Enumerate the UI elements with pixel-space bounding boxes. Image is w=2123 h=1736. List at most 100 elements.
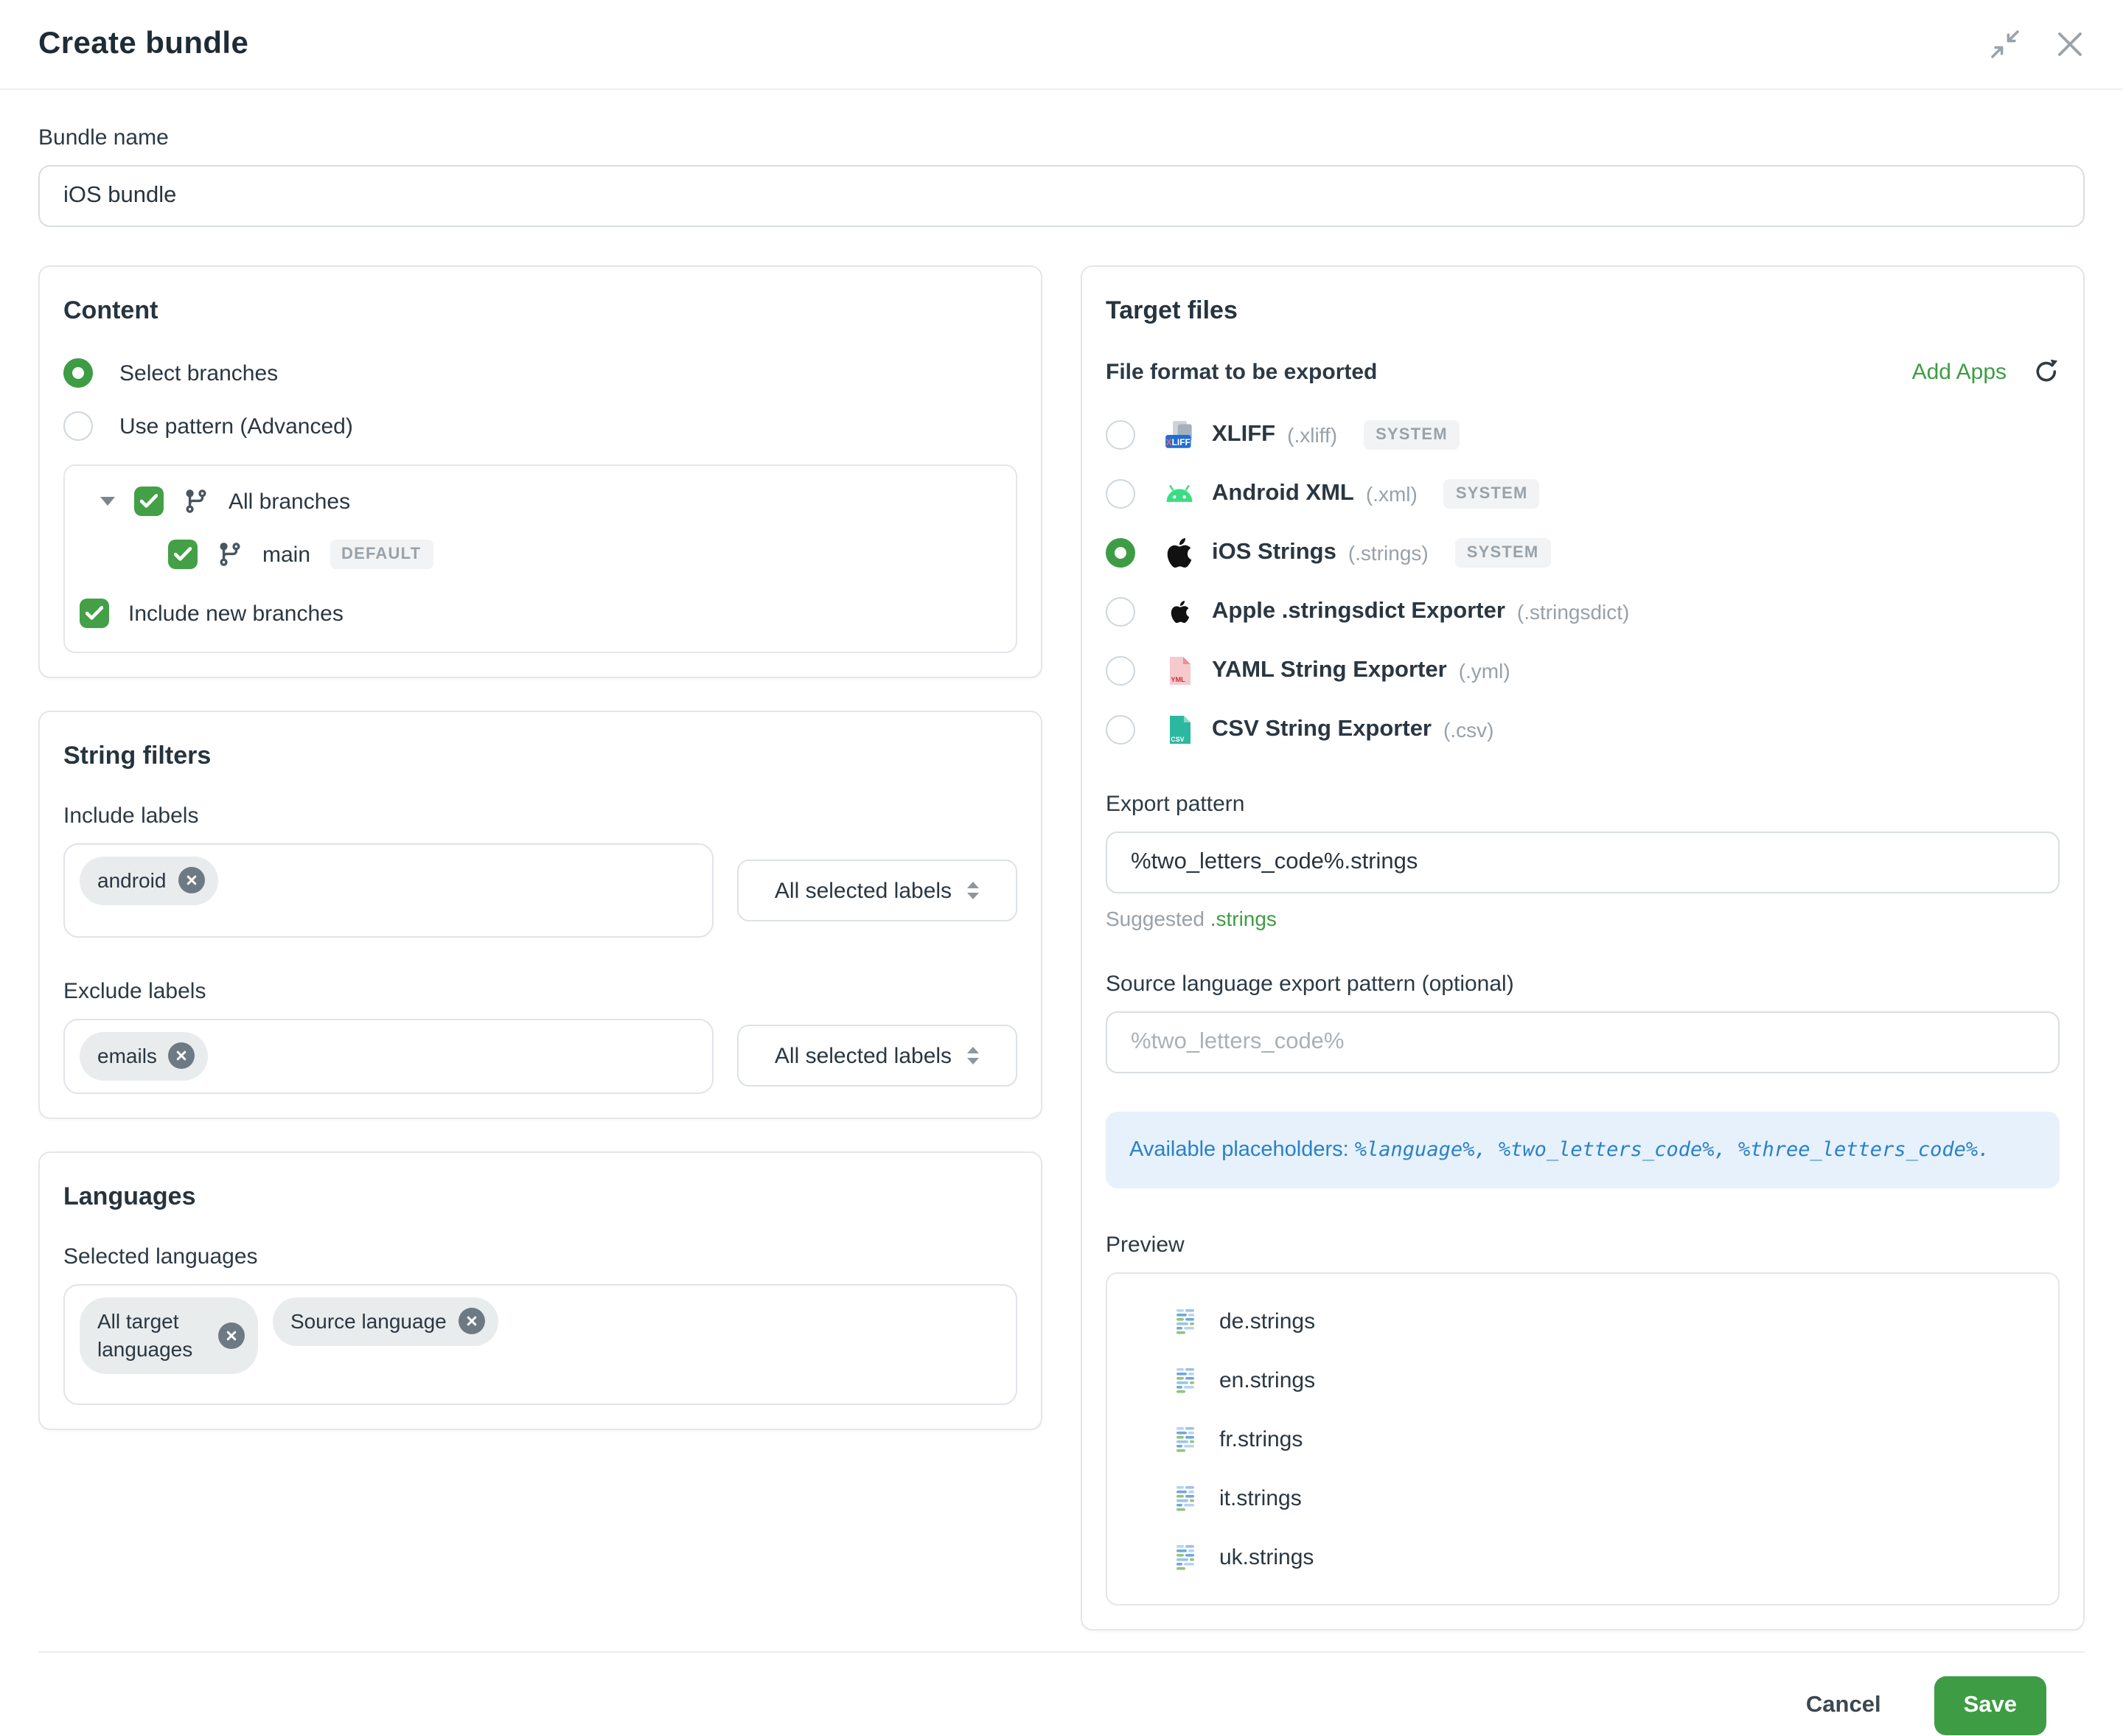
preview-file-row: de.strings — [1107, 1292, 2058, 1351]
remove-chip-icon[interactable] — [459, 1308, 485, 1335]
placeholder-two-letters: %two_letters_code%, — [1499, 1138, 1738, 1162]
dropdown-value: All selected labels — [775, 1044, 952, 1069]
placeholder-language: %language%, — [1355, 1138, 1499, 1162]
format-name: Android XML — [1212, 481, 1354, 507]
include-labels-input[interactable]: android — [63, 843, 714, 938]
radio-select-branches[interactable]: Select branches — [63, 358, 1017, 388]
format-row-xliff[interactable]: XLIFF XLIFF (.xliff) SYSTEM — [1106, 405, 2060, 464]
csv-file-icon: CSV — [1165, 715, 1194, 745]
format-row-yaml[interactable]: YML YAML String Exporter (.yml) — [1106, 641, 2060, 700]
bundle-name-block: Bundle name — [38, 125, 2085, 227]
radio-selected-icon[interactable] — [63, 358, 93, 388]
placeholders-info-box: Available placeholders: %language%, %two… — [1106, 1112, 2060, 1189]
format-radio[interactable] — [1106, 715, 1135, 745]
format-row-csv[interactable]: CSV CSV String Exporter (.csv) — [1106, 700, 2060, 759]
save-button[interactable]: Save — [1934, 1677, 2046, 1736]
caret-down-icon[interactable] — [100, 497, 115, 506]
strings-file-icon — [1172, 1543, 1202, 1572]
radio-label: Select branches — [119, 360, 278, 386]
git-branch-icon — [217, 541, 243, 568]
placeholders-prefix: Available placeholders: — [1129, 1138, 1349, 1162]
tree-label-all-branches: All branches — [229, 489, 350, 514]
suggested-prefix: Suggested — [1106, 907, 1205, 930]
include-new-branches-checkbox[interactable] — [80, 599, 109, 628]
include-labels-mode-dropdown[interactable]: All selected labels — [737, 860, 1017, 921]
content-card: Content Select branches Use pattern (Adv… — [38, 265, 1042, 678]
content-title: Content — [63, 296, 1017, 326]
main-branch-checkbox[interactable] — [168, 540, 198, 569]
label-chip-emails: emails — [80, 1032, 209, 1081]
source-pattern-label: Source language export pattern (optional… — [1106, 972, 2060, 997]
format-radio[interactable] — [1106, 479, 1135, 509]
exclude-labels-input[interactable]: emails — [63, 1019, 714, 1094]
strings-file-icon — [1172, 1425, 1202, 1454]
format-radio-selected[interactable] — [1106, 538, 1135, 568]
strings-file-icon — [1172, 1366, 1202, 1395]
format-row-stringsdict[interactable]: Apple .stringsdict Exporter (.stringsdic… — [1106, 582, 2060, 641]
all-branches-checkbox[interactable] — [134, 487, 164, 516]
languages-card: Languages Selected languages All target … — [38, 1151, 1042, 1430]
suggested-line: Suggested .strings — [1106, 907, 2060, 930]
preview-filename: fr.strings — [1219, 1427, 1303, 1452]
format-ext: (.strings) — [1348, 541, 1429, 565]
format-name: XLIFF — [1212, 422, 1275, 448]
system-badge: SYSTEM — [1455, 538, 1551, 568]
preview-label: Preview — [1106, 1233, 2060, 1258]
string-filters-title: String filters — [63, 742, 1017, 771]
refresh-icon[interactable] — [2033, 358, 2060, 385]
format-ext: (.xml) — [1366, 482, 1418, 506]
android-icon — [1165, 479, 1194, 509]
exclude-labels-mode-dropdown[interactable]: All selected labels — [737, 1025, 1017, 1087]
language-chip-source: Source language — [273, 1297, 498, 1346]
close-icon[interactable] — [2055, 29, 2085, 59]
modal-header: Create bundle — [0, 0, 2123, 90]
svg-text:YML: YML — [1171, 676, 1185, 683]
format-row-android-xml[interactable]: Android XML (.xml) SYSTEM — [1106, 464, 2060, 523]
bundle-name-label: Bundle name — [38, 125, 2085, 150]
preview-filename: de.strings — [1219, 1309, 1315, 1334]
radio-label: Use pattern (Advanced) — [119, 414, 353, 439]
source-pattern-input[interactable] — [1106, 1011, 2060, 1073]
remove-chip-icon[interactable] — [218, 1322, 245, 1349]
sort-arrows-icon — [965, 1047, 980, 1065]
preview-file-row: it.strings — [1107, 1469, 2058, 1528]
preview-filename: it.strings — [1219, 1486, 1302, 1511]
git-branch-icon — [183, 488, 209, 515]
target-files-card: Target files File format to be exported … — [1081, 265, 2085, 1631]
include-new-branches-label: Include new branches — [128, 601, 344, 626]
exclude-labels-label: Exclude labels — [63, 979, 1017, 1004]
create-bundle-modal: Create bundle Bundle name Content — [0, 0, 2123, 1710]
add-apps-link[interactable]: Add Apps — [1912, 359, 2007, 384]
export-pattern-input[interactable] — [1106, 832, 2060, 893]
selected-languages-label: Selected languages — [63, 1244, 1017, 1269]
strings-file-icon — [1172, 1307, 1202, 1336]
format-row-ios-strings[interactable]: iOS Strings (.strings) SYSTEM — [1106, 523, 2060, 582]
modal-footer: Cancel Save — [38, 1652, 2085, 1736]
collapse-icon[interactable] — [1990, 29, 2020, 59]
bundle-name-input[interactable] — [38, 165, 2085, 227]
tree-label-main: main — [262, 542, 310, 567]
cancel-button[interactable]: Cancel — [1797, 1692, 1890, 1721]
strings-file-icon — [1172, 1484, 1202, 1513]
selected-languages-input[interactable]: All target languages Source language — [63, 1284, 1017, 1405]
export-pattern-label: Export pattern — [1106, 792, 2060, 817]
format-radio[interactable] — [1106, 597, 1135, 627]
chip-text: All target languages — [97, 1308, 206, 1364]
radio-unselected-icon[interactable] — [63, 411, 93, 441]
remove-chip-icon[interactable] — [178, 868, 204, 894]
file-format-label: File format to be exported — [1106, 359, 1377, 384]
languages-title: Languages — [63, 1182, 1017, 1212]
radio-use-pattern[interactable]: Use pattern (Advanced) — [63, 411, 1017, 441]
preview-box: de.strings en.strings fr.strings it.stri… — [1106, 1273, 2060, 1606]
yaml-file-icon: YML — [1165, 656, 1194, 686]
format-radio[interactable] — [1106, 656, 1135, 686]
format-name: YAML String Exporter — [1212, 658, 1447, 684]
apple-icon — [1165, 538, 1194, 568]
format-radio[interactable] — [1106, 420, 1135, 450]
string-filters-card: String filters Include labels android — [38, 711, 1042, 1119]
remove-chip-icon[interactable] — [169, 1043, 195, 1070]
include-new-branches-row[interactable]: Include new branches — [80, 599, 995, 628]
suggested-value[interactable]: .strings — [1210, 907, 1277, 930]
branch-tree: All branches main DEFAULT — [63, 464, 1017, 653]
format-ext: (.csv) — [1443, 718, 1493, 742]
